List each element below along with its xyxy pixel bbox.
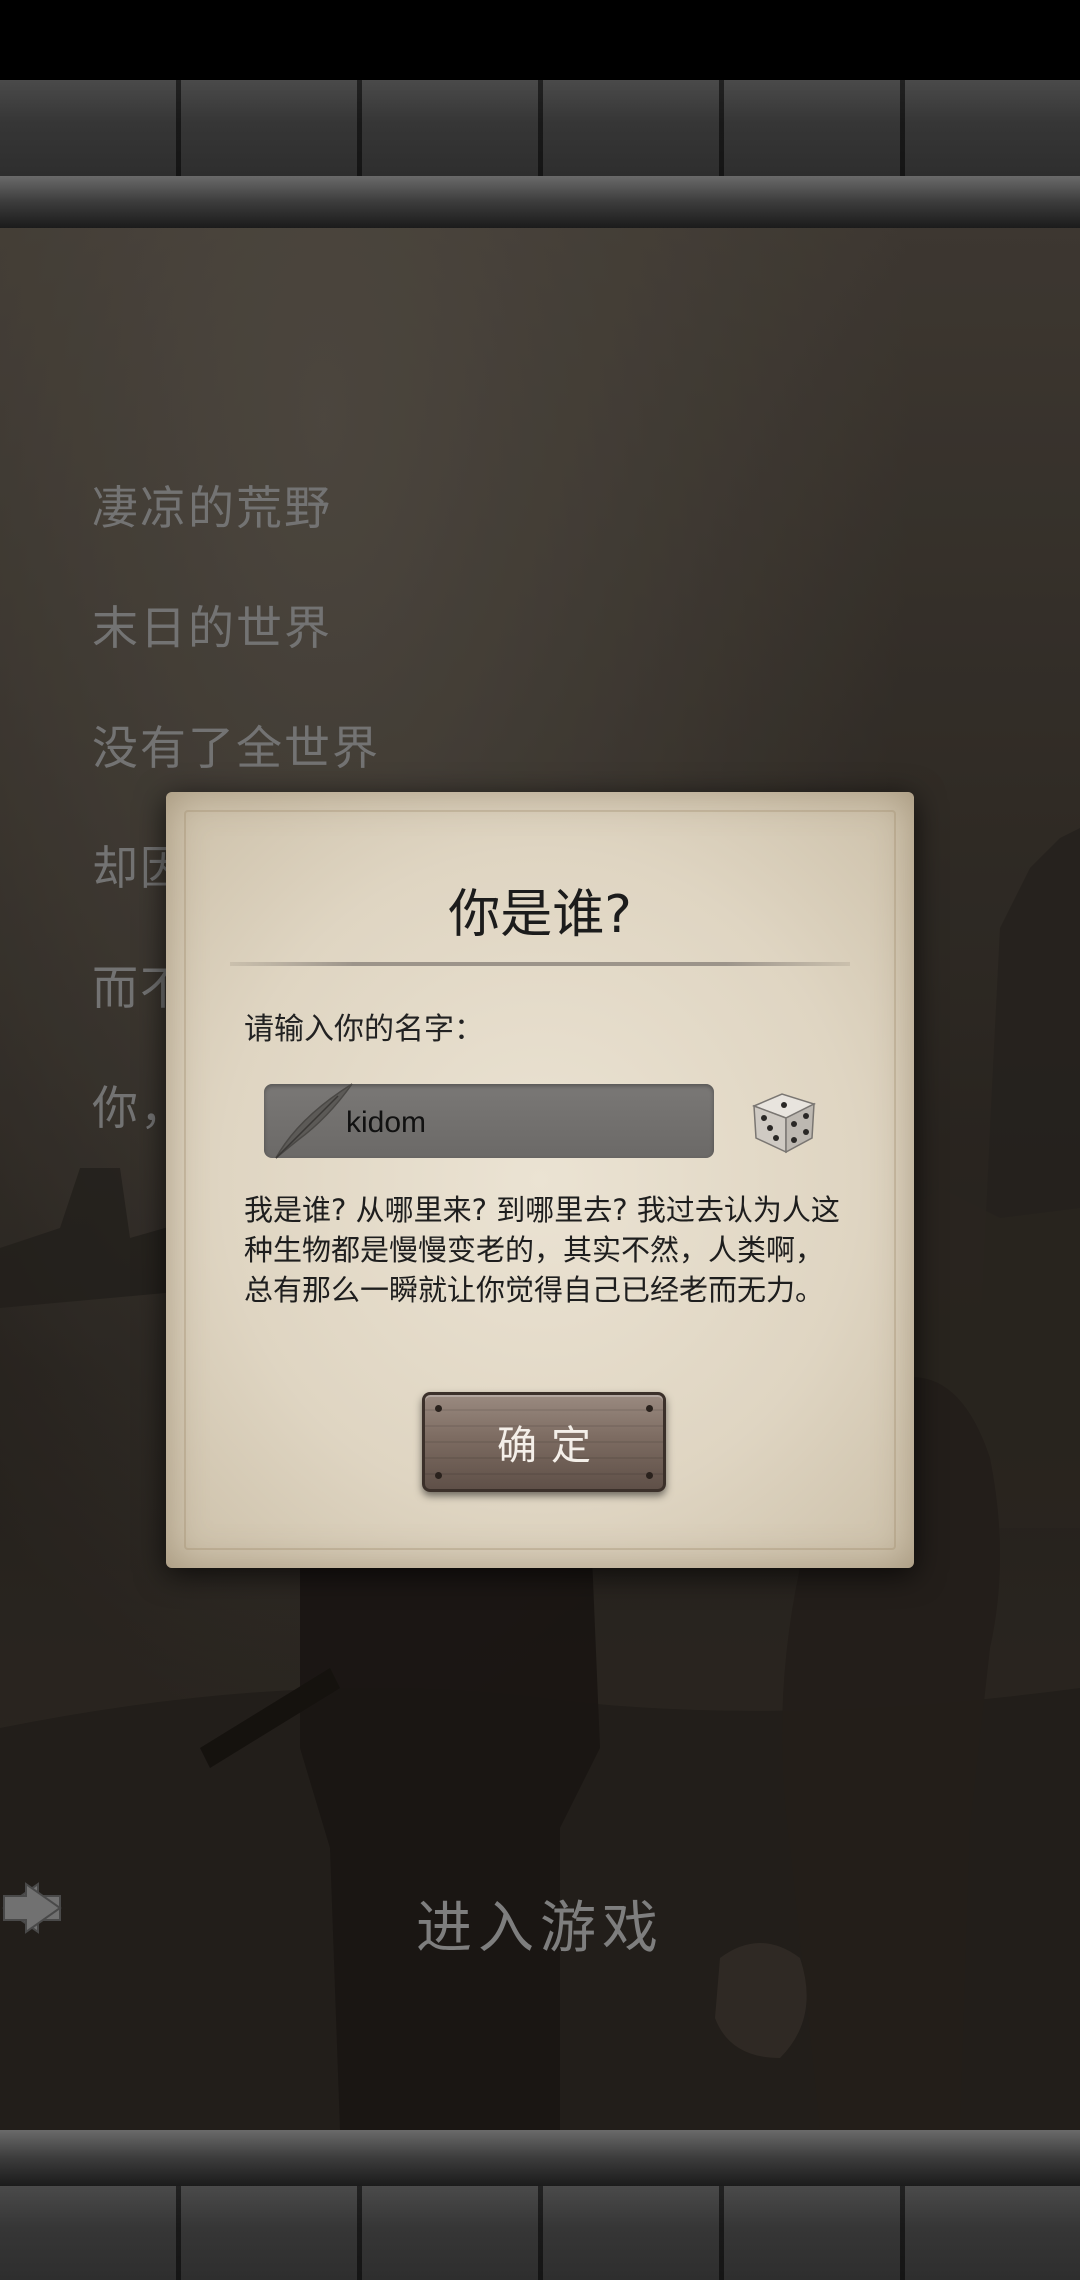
nail bbox=[435, 1405, 442, 1412]
name-value: kidom bbox=[346, 1106, 427, 1139]
confirm-button[interactable]: 确定 bbox=[422, 1392, 666, 1492]
dialog-title: 你是谁? bbox=[448, 885, 632, 945]
dice-icon[interactable] bbox=[746, 1082, 822, 1158]
top-frame-rail bbox=[0, 176, 1080, 228]
nail bbox=[646, 1472, 653, 1479]
story-text: 我是谁? 从哪里来? 到哪里去? 我过去认为人这种生物都是慢慢变老的，其实不然，… bbox=[244, 1193, 840, 1307]
quill-icon bbox=[275, 1083, 353, 1159]
nail bbox=[646, 1405, 653, 1412]
nail bbox=[435, 1472, 442, 1479]
name-label: 请输入你的名字： bbox=[244, 1012, 484, 1047]
top-wood-frame bbox=[0, 80, 1080, 176]
name-input[interactable]: kidom bbox=[264, 1083, 714, 1159]
confirm-label: 确定 bbox=[497, 1423, 605, 1469]
name-dialog: 你是谁? 请输入你的名字： kidom 我是谁? 从哪里来? 到哪里去? 我过去… bbox=[166, 792, 914, 1568]
bottom-frame-rail bbox=[0, 2130, 1080, 2186]
status-bar bbox=[0, 0, 1080, 80]
dialog-divider bbox=[230, 962, 850, 966]
bottom-wood-frame bbox=[0, 2186, 1080, 2280]
